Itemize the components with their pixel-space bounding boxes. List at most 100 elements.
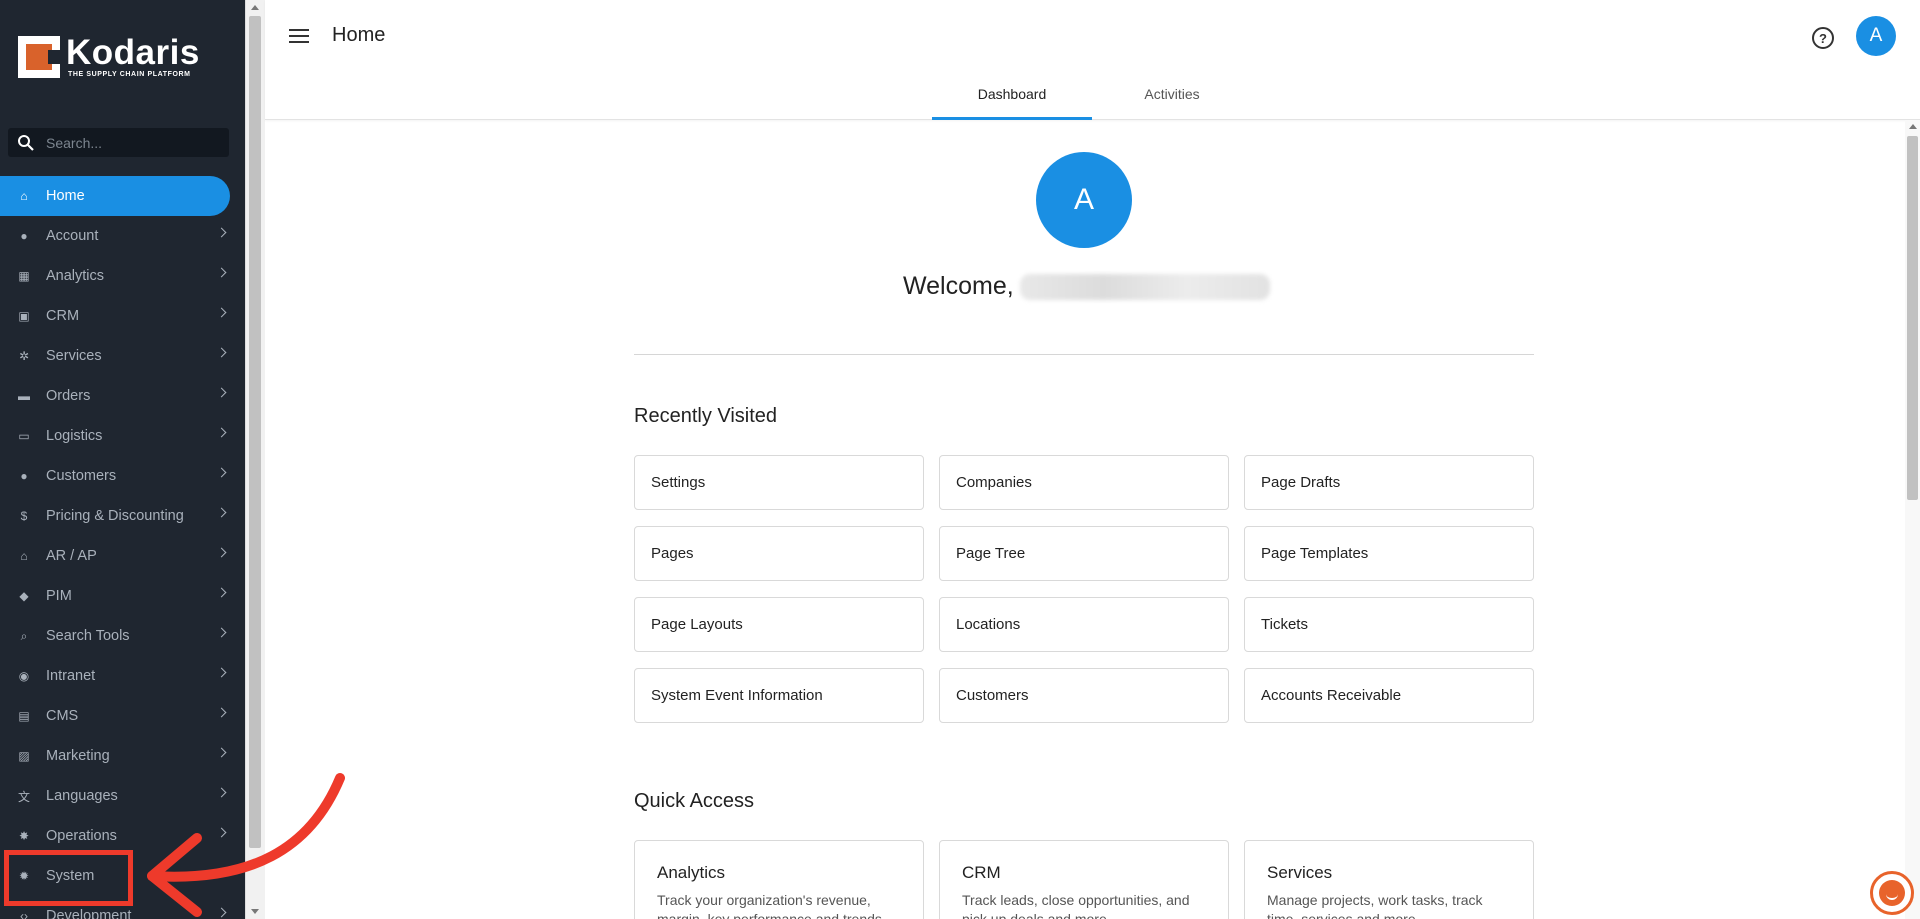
- sidebar: Kodaris THE SUPPLY CHAIN PLATFORM ⌂ Home ●…: [0, 0, 245, 919]
- translate-icon: 文: [17, 789, 30, 804]
- sidebar-item-label: System: [46, 868, 95, 884]
- chevron-right-icon: [216, 267, 227, 278]
- sidebar-item-orders[interactable]: ▬ Orders: [0, 376, 245, 416]
- chevron-right-icon: [216, 427, 227, 438]
- sidebar-item-operations[interactable]: ✸ Operations: [0, 816, 245, 856]
- sidebar-item-label: AR / AP: [46, 548, 97, 564]
- welcome-message: Welcome,: [903, 272, 1270, 301]
- content-scrollbar[interactable]: [1905, 120, 1920, 919]
- recent-card[interactable]: Companies: [939, 455, 1229, 510]
- search-input[interactable]: [46, 134, 226, 151]
- quick-access-heading: Quick Access: [634, 790, 755, 812]
- sidebar-item-intranet[interactable]: ◉ Intranet: [0, 656, 245, 696]
- quick-access-title: Analytics: [657, 863, 726, 882]
- scrollbar-thumb[interactable]: [249, 16, 261, 848]
- sidebar-item-label: PIM: [46, 588, 72, 604]
- chevron-right-icon: [216, 707, 227, 718]
- scroll-up-arrow[interactable]: [1909, 124, 1917, 129]
- search-icon: ⌕: [20, 628, 28, 643]
- logo-name: Kodaris: [66, 33, 200, 72]
- hamburger-menu-icon[interactable]: [289, 29, 309, 45]
- quick-access-card[interactable]: CRM Track leads, close opportunities, and…: [939, 840, 1229, 919]
- recently-visited-grid: Settings Companies Page Drafts Pages Page Tr…: [634, 455, 1534, 723]
- recent-card[interactable]: System Event Information: [634, 668, 924, 723]
- sidebar-item-label: Services: [46, 348, 102, 364]
- top-bar: Home ? A Dashboard Activities: [265, 0, 1920, 120]
- sidebar-item-languages[interactable]: 文 Languages: [0, 776, 245, 816]
- recent-card[interactable]: Pages: [634, 526, 924, 581]
- sidebar-item-cms[interactable]: ▤ CMS: [0, 696, 245, 736]
- sidebar-item-label: Search Tools: [46, 628, 130, 644]
- people-icon: ●: [20, 469, 28, 483]
- cms-icon: ▤: [18, 709, 30, 723]
- chevron-right-icon: [216, 307, 227, 318]
- scroll-down-arrow[interactable]: [251, 909, 259, 914]
- operations-icon: ✸: [18, 829, 30, 843]
- recent-card[interactable]: Accounts Receivable: [1244, 668, 1534, 723]
- chevron-right-icon: [216, 347, 227, 358]
- chat-support-icon[interactable]: [1870, 871, 1914, 915]
- recent-card[interactable]: Page Layouts: [634, 597, 924, 652]
- logo-tagline: THE SUPPLY CHAIN PLATFORM: [68, 71, 191, 78]
- code-icon: ‹›: [20, 909, 28, 919]
- chevron-right-icon: [216, 787, 227, 798]
- recent-card[interactable]: Customers: [939, 668, 1229, 723]
- help-icon[interactable]: ?: [1812, 27, 1834, 49]
- sidebar-item-label: Logistics: [46, 428, 103, 444]
- chart-icon: ▦: [18, 269, 30, 283]
- sidebar-item-system[interactable]: ✹ System: [0, 856, 245, 896]
- recent-card[interactable]: Settings: [634, 455, 924, 510]
- recent-card[interactable]: Locations: [939, 597, 1229, 652]
- campaign-icon: ▨: [18, 749, 30, 763]
- recent-card[interactable]: Page Drafts: [1244, 455, 1534, 510]
- home-icon: ⌂: [20, 189, 28, 203]
- chevron-right-icon: [216, 747, 227, 758]
- sidebar-item-pricing-discounting[interactable]: $ Pricing & Discounting: [0, 496, 245, 536]
- sidebar-item-account[interactable]: ● Account: [0, 216, 245, 256]
- recent-card[interactable]: Page Tree: [939, 526, 1229, 581]
- sidebar-item-analytics[interactable]: ▦ Analytics: [0, 256, 245, 296]
- tab-activities[interactable]: Activities: [1092, 76, 1252, 120]
- search-icon: [16, 133, 36, 153]
- sidebar-item-label: Operations: [46, 828, 117, 844]
- sidebar-item-pim[interactable]: ◆ PIM: [0, 576, 245, 616]
- recently-visited-heading: Recently Visited: [634, 405, 778, 427]
- quick-access-card[interactable]: Services Manage projects, work tasks, tra…: [1244, 840, 1534, 919]
- sidebar-item-marketing[interactable]: ▨ Marketing: [0, 736, 245, 776]
- sidebar-item-label: CMS: [46, 708, 79, 724]
- welcome-text: Welcome,: [903, 272, 1014, 300]
- sidebar-item-label: Account: [46, 228, 99, 244]
- sidebar-item-ar-ap[interactable]: ⌂ AR / AP: [0, 536, 245, 576]
- gears-icon: ✲: [18, 349, 30, 363]
- sidebar-item-crm[interactable]: ▣ CRM: [0, 296, 245, 336]
- quick-access-card[interactable]: Analytics Track your organization's reven…: [634, 840, 924, 919]
- tab-dashboard[interactable]: Dashboard: [932, 76, 1092, 120]
- recent-card[interactable]: Page Templates: [1244, 526, 1534, 581]
- chevron-right-icon: [216, 467, 227, 478]
- recent-card[interactable]: Tickets: [1244, 597, 1534, 652]
- page-title: Home: [332, 24, 386, 46]
- chevron-right-icon: [216, 387, 227, 398]
- person-icon: ●: [20, 229, 28, 243]
- user-avatar[interactable]: A: [1856, 16, 1896, 56]
- sidebar-item-customers[interactable]: ● Customers: [0, 456, 245, 496]
- sidebar-item-logistics[interactable]: ▭ Logistics: [0, 416, 245, 456]
- scrollbar-thumb[interactable]: [1907, 136, 1918, 500]
- profile-avatar: A: [1036, 152, 1132, 248]
- sidebar-item-label: Analytics: [46, 268, 105, 284]
- quick-access-description: Track leads, close opportunities, and pi…: [962, 892, 1190, 919]
- sidebar-item-label: Orders: [46, 388, 91, 404]
- sidebar-item-development[interactable]: ‹› Development: [0, 896, 245, 919]
- sidebar-scrollbar[interactable]: [245, 0, 265, 919]
- contact-card-icon: ▣: [18, 309, 30, 323]
- kodaris-logo[interactable]: Kodaris THE SUPPLY CHAIN PLATFORM: [18, 33, 200, 78]
- scroll-up-arrow[interactable]: [251, 5, 259, 10]
- sidebar-item-home[interactable]: ⌂ Home: [0, 176, 230, 216]
- sidebar-item-services[interactable]: ✲ Services: [0, 336, 245, 376]
- quick-access-title: CRM: [962, 863, 1001, 882]
- tab-bar: Dashboard Activities: [932, 76, 1252, 120]
- sidebar-item-label: Languages: [46, 788, 118, 804]
- sidebar-item-search-tools[interactable]: ⌕ Search Tools: [0, 616, 245, 656]
- sidebar-item-label: Customers: [46, 468, 117, 484]
- tag-icon: ◆: [19, 589, 29, 603]
